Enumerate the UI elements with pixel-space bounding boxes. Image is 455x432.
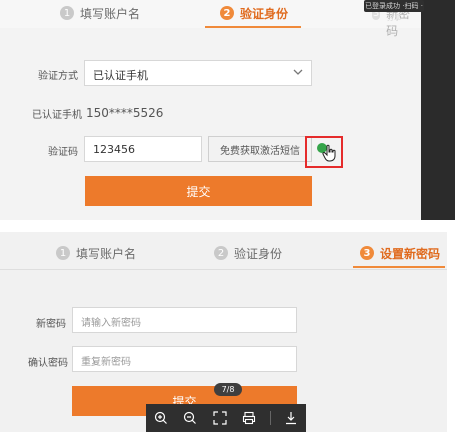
phone-label: 已认证手机	[32, 110, 82, 121]
step-progress-bottom: 1 填写账户名 2 验证身份 3 设置新密码	[0, 236, 447, 270]
step-set-password: 3 设置新密码	[360, 242, 440, 264]
step-label: 填写账户名	[80, 6, 141, 21]
code-input-value: 123456	[93, 143, 135, 156]
verify-method-value: 已认证手机	[93, 69, 148, 82]
get-sms-button[interactable]: 免费获取激活短信	[208, 136, 312, 162]
fit-screen-icon[interactable]	[211, 409, 229, 427]
step-fill-account: 1 填写账户名	[56, 242, 136, 264]
corner-overlay: 已登录成功 ·扫码 ·分享	[364, 0, 424, 22]
code-label: 验证码	[48, 147, 78, 158]
step-number: 2	[220, 6, 234, 20]
submit-button[interactable]: 提交	[85, 176, 312, 206]
corner-overlay-text: 已登录成功 ·扫码 ·分享	[365, 2, 423, 22]
new-password-placeholder: 请输入新密码	[81, 318, 141, 329]
confirm-password-placeholder: 重复新密码	[81, 357, 131, 368]
new-password-label: 新密码	[36, 319, 66, 330]
step-label: 填写账户名	[76, 246, 137, 261]
download-icon[interactable]	[282, 409, 300, 427]
step-label: 验证身份	[234, 246, 283, 261]
step-number: 3	[360, 246, 374, 260]
chevron-down-icon	[293, 69, 303, 75]
step-fill-account: 1 填写账户名	[60, 2, 140, 24]
step-number: 1	[60, 6, 74, 20]
print-icon[interactable]	[240, 409, 258, 427]
hand-cursor-icon	[322, 144, 336, 162]
verify-identity-panel: 1 填写账户名 2 验证身份 3 设置新密码 验证方式 已认证手机 已认证手机 …	[0, 0, 421, 220]
code-input[interactable]: 123456	[84, 136, 202, 162]
active-step-underline	[353, 266, 445, 268]
image-viewer-toolbar	[146, 404, 306, 432]
phone-value: 150****5526	[86, 106, 164, 120]
panel-gap	[0, 220, 455, 232]
screenshot-frame: 1 填写账户名 2 验证身份 3 设置新密码 验证方式 已认证手机 已认证手机 …	[0, 0, 455, 432]
zoom-out-icon[interactable]	[181, 409, 199, 427]
confirm-password-input[interactable]: 重复新密码	[72, 346, 297, 372]
step-progress-top: 1 填写账户名 2 验证身份 3 设置新密码	[0, 0, 421, 38]
new-password-input[interactable]: 请输入新密码	[72, 307, 297, 333]
step-verify-identity: 2 验证身份	[220, 2, 288, 24]
active-step-underline	[205, 26, 301, 28]
divider	[0, 269, 447, 270]
step-verify-identity: 2 验证身份	[214, 242, 282, 264]
step-label: 验证身份	[240, 6, 289, 21]
step-label: 设置新密码	[380, 246, 441, 261]
confirm-password-label: 确认密码	[28, 358, 68, 369]
toolbar-divider	[269, 411, 271, 425]
zoom-in-icon[interactable]	[152, 409, 170, 427]
dark-side-panel	[421, 0, 455, 222]
page-indicator: 7/8	[214, 383, 242, 396]
verify-method-select[interactable]: 已认证手机	[84, 60, 312, 86]
step-number: 2	[214, 246, 228, 260]
verify-method-label: 验证方式	[38, 71, 78, 82]
step-number: 1	[56, 246, 70, 260]
